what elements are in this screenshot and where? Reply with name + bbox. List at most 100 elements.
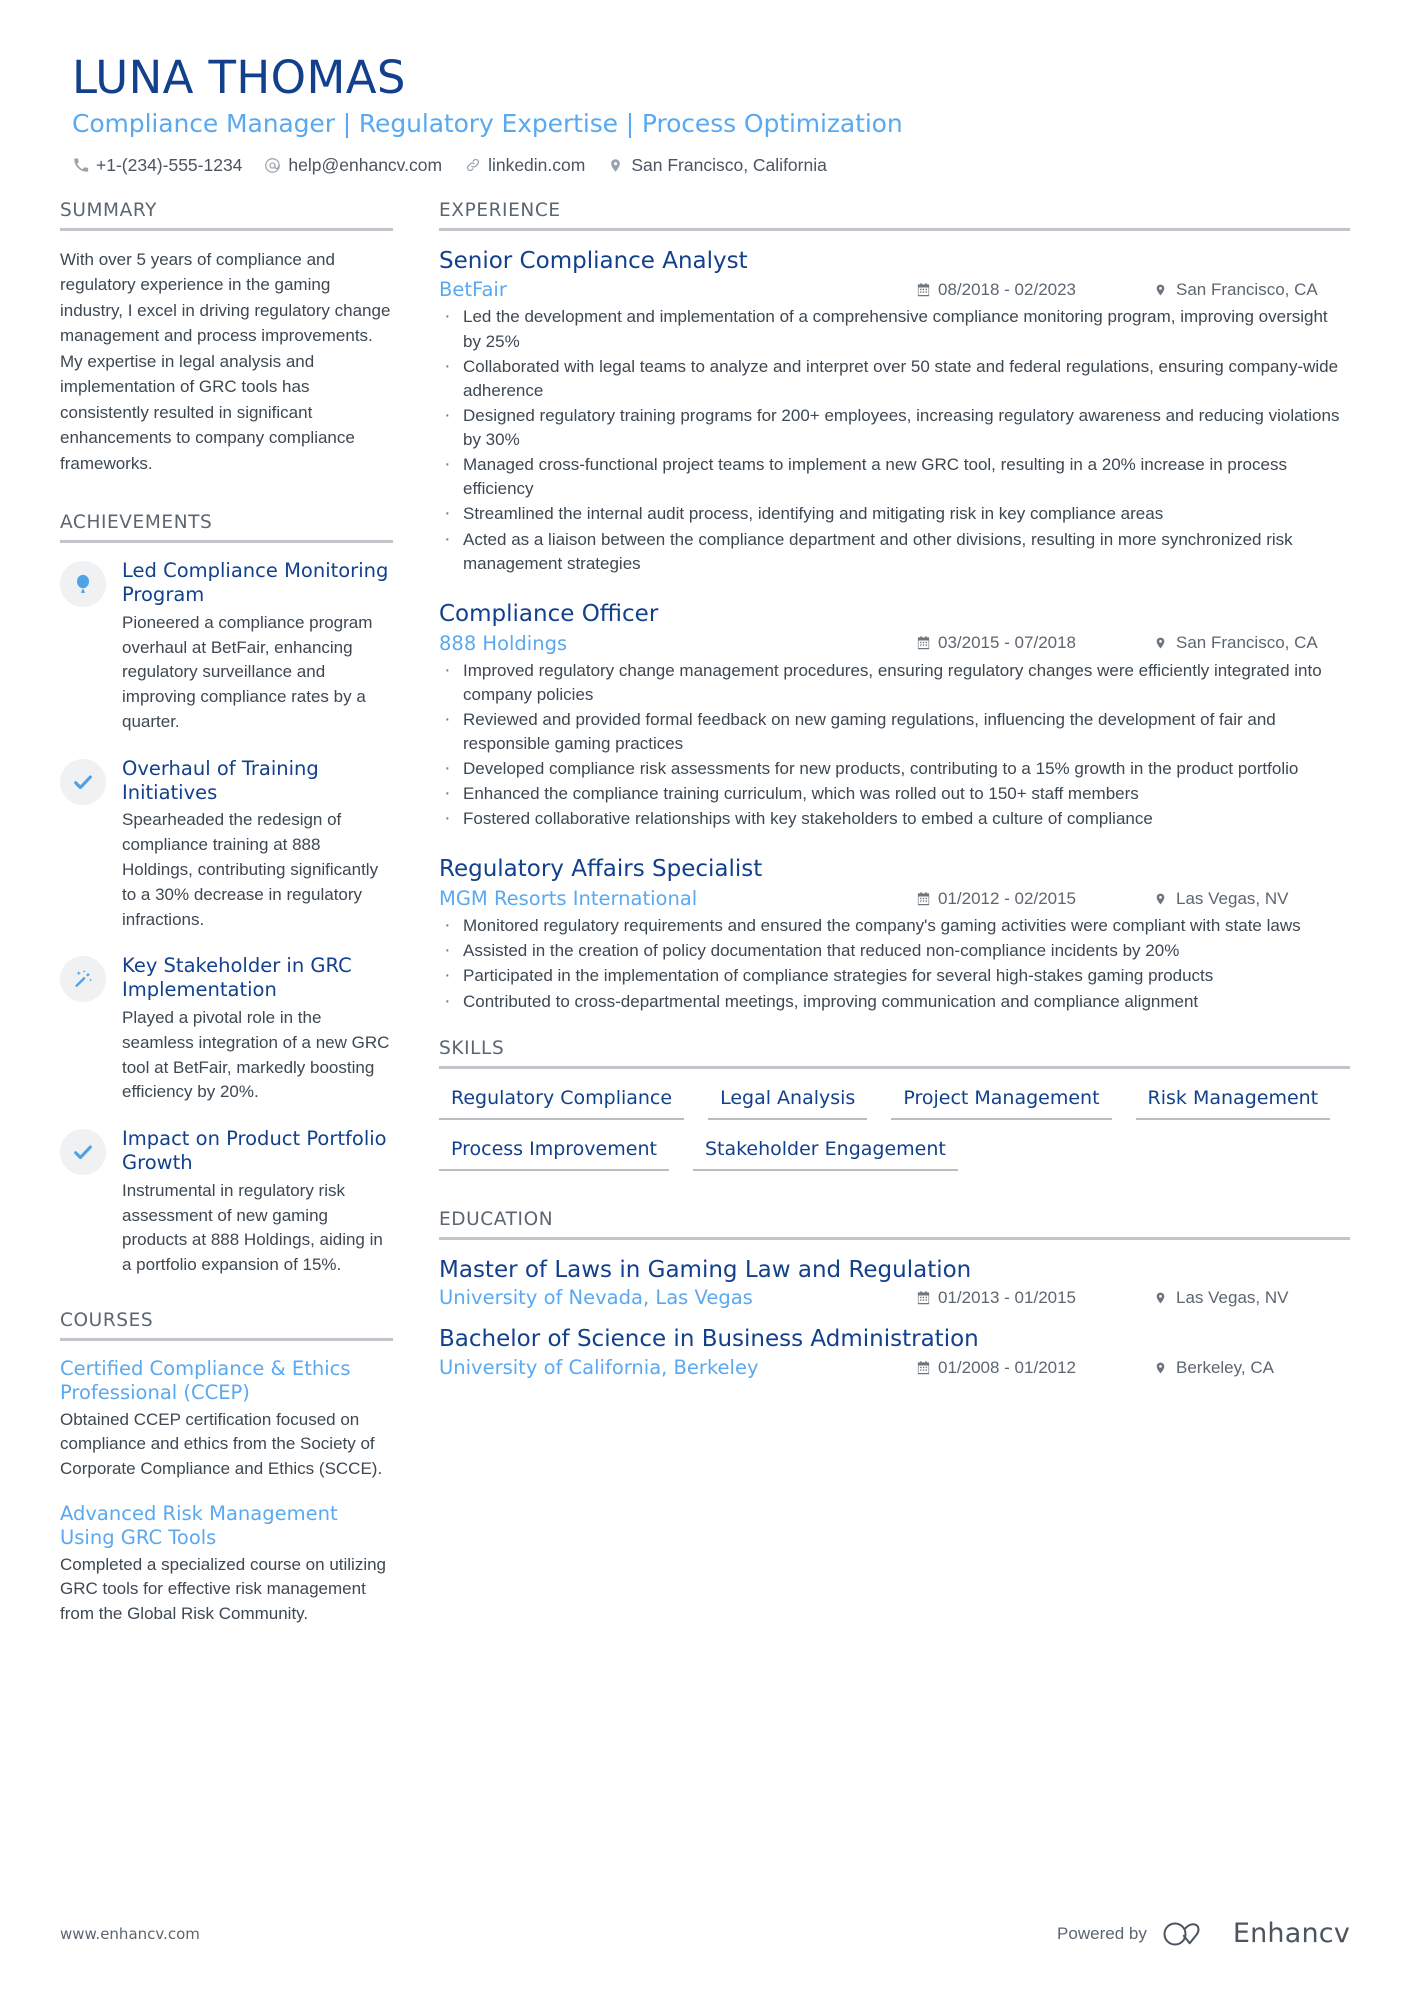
achievement-item: Key Stakeholder in GRC Implementation Pl… [60,954,393,1105]
job-bullets: Improved regulatory change management pr… [439,657,1350,832]
job-bullets: Led the development and implementation o… [439,303,1350,575]
email-icon [264,157,281,174]
contact-location-text: San Francisco, California [631,154,827,175]
education-dates-text: 01/2013 - 01/2015 [938,1287,1077,1307]
skill-chip[interactable]: Process Improvement [439,1136,669,1171]
job-dates-text: 08/2018 - 02/2023 [938,279,1077,299]
job-meta: BetFair 08/2018 - 02/2023 San Francisco,… [439,278,1350,301]
achievement-desc: Pioneered a compliance program overhaul … [122,612,373,731]
course-item: Advanced Risk Management Using GRC Tools… [60,1502,393,1627]
experience-item: Compliance Officer 888 Holdings 03/2015 … [439,600,1350,832]
achievement-desc: Played a pivotal role in the seamless in… [122,1008,390,1102]
education-location-text: Las Vegas, NV [1176,1287,1289,1307]
skill-chip[interactable]: Regulatory Compliance [439,1085,685,1120]
check-icon [72,1141,94,1163]
location-icon [1154,891,1169,907]
calendar-icon [916,282,931,298]
enhancv-logo: Enhancv [1161,1918,1350,1949]
bullet-item: Reviewed and provided formal feedback on… [439,706,1350,756]
footer-website-url[interactable]: www.enhancv.com [60,1925,200,1943]
education-dates: 01/2008 - 01/2012 [916,1358,1154,1378]
job-title: Senior Compliance Analyst [439,247,748,274]
job-dates: 08/2018 - 02/2023 [916,280,1154,300]
section-experience: EXPERIENCE Senior Compliance Analyst Bet… [439,200,1350,1014]
course-title[interactable]: Certified Compliance & Ethics Profession… [60,1357,393,1405]
sidebar-column: SUMMARY With over 5 years of compliance … [60,200,415,1647]
achievement-item: Impact on Product Portfolio Growth Instr… [60,1127,393,1278]
job-title: Compliance Officer [439,600,659,627]
balloon-icon [73,573,93,595]
job-bullets: Monitored regulatory requirements and en… [439,912,1350,1014]
education-school[interactable]: University of California, Berkeley [439,1356,916,1379]
contact-email[interactable]: help@enhancv.com [264,155,442,176]
bullet-item: Streamlined the internal audit process, … [439,500,1350,526]
job-company[interactable]: MGM Resorts International [439,887,916,910]
enhancv-brand-name: Enhancv [1232,1918,1350,1949]
achievement-badge [60,956,106,1003]
location-icon [607,157,624,174]
bullet-item: Managed cross-functional project teams t… [439,451,1350,501]
section-title-achievements: ACHIEVEMENTS [60,512,213,534]
job-company[interactable]: BetFair [439,278,916,301]
bullet-item: Collaborated with legal teams to analyze… [439,353,1350,403]
link-icon [464,157,481,174]
job-location-text: San Francisco, CA [1176,279,1318,299]
job-company[interactable]: 888 Holdings [439,632,916,655]
achievement-item: Overhaul of Training Initiatives Spearhe… [60,757,393,933]
bullet-item: Enhanced the compliance training curricu… [439,780,1350,806]
section-achievements: ACHIEVEMENTS Led Compliance Monitoring P… [60,512,393,1278]
section-education: EDUCATION Master of Laws in Gaming Law a… [439,1208,1350,1379]
achievement-badge [60,561,106,608]
contact-location: San Francisco, California [607,155,827,176]
magic-wand-icon [72,968,94,990]
bullet-item: Assisted in the creation of policy docum… [439,937,1350,963]
calendar-icon [916,1360,931,1376]
skill-chip[interactable]: Stakeholder Engagement [692,1136,958,1171]
course-title[interactable]: Advanced Risk Management Using GRC Tools [60,1502,393,1550]
experience-item: Senior Compliance Analyst BetFair 08/201… [439,247,1350,576]
education-school[interactable]: University of Nevada, Las Vegas [439,1286,916,1309]
phone-icon [72,157,89,174]
calendar-icon [916,1290,931,1306]
achievement-badge [60,1129,106,1176]
bullet-item: Designed regulatory training programs fo… [439,402,1350,452]
skill-chip[interactable]: Project Management [891,1085,1112,1120]
education-meta: University of California, Berkeley 01/20… [439,1356,1350,1379]
page-title: LUNA THOMAS [72,51,406,104]
bullet-item: Led the development and implementation o… [439,303,1350,353]
location-icon [1154,1360,1169,1376]
resume-page: LUNA THOMAS Compliance Manager | Regulat… [0,0,1410,1995]
job-location-text: San Francisco, CA [1176,633,1318,653]
course-desc: Obtained CCEP certification focused on c… [60,1409,383,1479]
section-title-courses: COURSES [60,1310,154,1332]
skill-chip[interactable]: Legal Analysis [708,1085,868,1120]
bullet-item: Fostered collaborative relationships wit… [439,805,1350,831]
education-meta: University of Nevada, Las Vegas 01/2013 … [439,1286,1350,1309]
job-dates: 03/2015 - 07/2018 [916,633,1154,653]
section-title-education: EDUCATION [439,1208,554,1230]
job-meta: MGM Resorts International 01/2012 - 02/2… [439,887,1350,910]
skill-chip[interactable]: Risk Management [1135,1085,1331,1120]
contact-linkedin[interactable]: linkedin.com [464,155,585,176]
section-skills: SKILLS Regulatory Compliance Legal Analy… [439,1038,1350,1187]
achievement-title: Impact on Product Portfolio Growth [122,1127,387,1175]
contact-linkedin-text: linkedin.com [488,154,586,175]
section-summary: SUMMARY With over 5 years of compliance … [60,200,393,477]
education-location: Berkeley, CA [1154,1358,1350,1378]
calendar-icon [916,635,931,651]
bullet-item: Participated in the implementation of co… [439,962,1350,988]
education-item: Master of Laws in Gaming Law and Regulat… [439,1256,1350,1310]
job-meta: 888 Holdings 03/2015 - 07/2018 San Franc… [439,632,1350,655]
achievement-title: Overhaul of Training Initiatives [122,756,319,804]
contact-row: +1-(234)-555-1234 help@enhancv.com linke… [72,155,1350,176]
contact-phone[interactable]: +1-(234)-555-1234 [72,155,242,176]
course-desc: Completed a specialized course on utiliz… [60,1554,387,1624]
location-icon [1154,635,1169,651]
resume-header: LUNA THOMAS Compliance Manager | Regulat… [60,51,1350,176]
education-item: Bachelor of Science in Business Administ… [439,1325,1350,1379]
location-icon [1154,1290,1169,1306]
summary-text: With over 5 years of compliance and regu… [60,249,391,473]
section-title-experience: EXPERIENCE [439,199,561,221]
education-dates-text: 01/2008 - 01/2012 [938,1357,1077,1377]
skills-list: Regulatory Compliance Legal Analysis Pro… [439,1085,1350,1187]
